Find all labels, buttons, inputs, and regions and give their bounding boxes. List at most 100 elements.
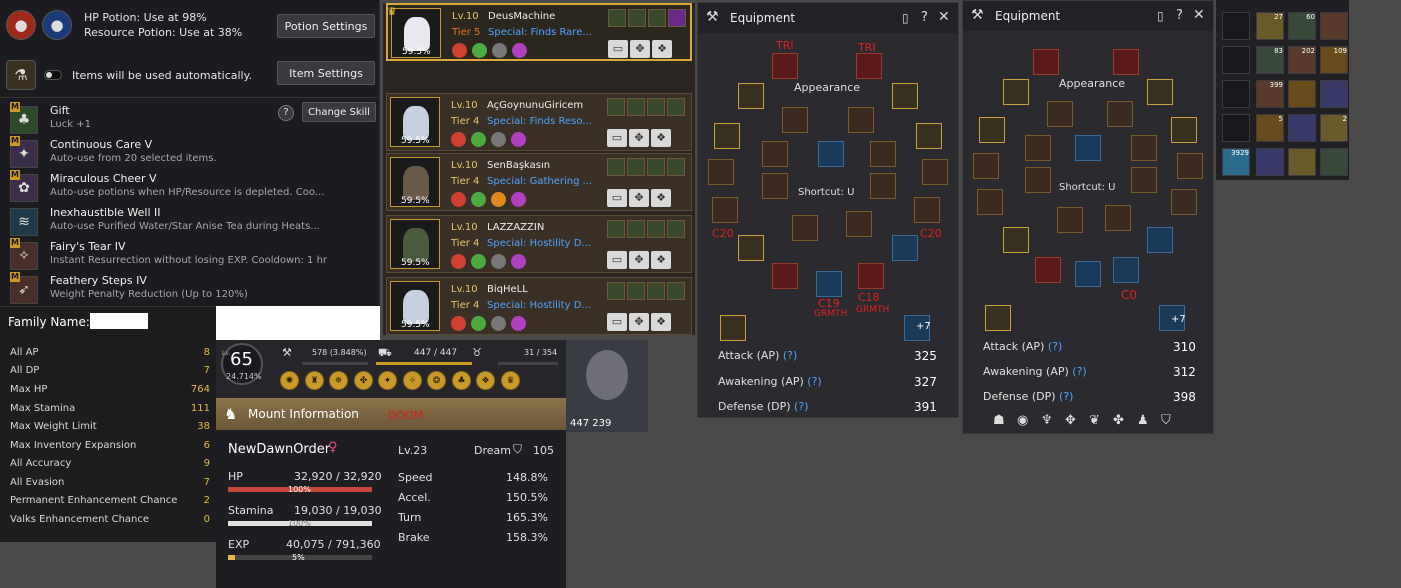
paw-icon[interactable]: ✥ [629,313,649,331]
inventory-slot[interactable]: 83 [1256,46,1284,74]
equipment-slot[interactable] [1047,101,1073,127]
inventory-slot[interactable]: 5 [1256,114,1284,142]
equipment-slot[interactable] [1003,227,1029,253]
equipment-tab-icon[interactable]: ✥ [1065,413,1076,428]
equipment-slot[interactable] [762,141,788,167]
paw-icon[interactable]: ✥ [629,189,649,207]
pet-feed-icon[interactable]: ▭ [608,40,628,58]
inventory-slot[interactable]: 3929 [1222,148,1250,176]
inventory-slot[interactable] [1222,114,1250,142]
close-icon[interactable]: ✕ [938,9,950,25]
inventory-slot[interactable]: 60 [1288,12,1316,40]
equipment-slot[interactable] [1035,257,1061,283]
equipment-slot[interactable] [1171,117,1197,143]
pet-feed-icon[interactable]: ▭ [607,251,627,269]
equipment-slot[interactable] [762,173,788,199]
help-icon[interactable]: ? [1176,8,1183,23]
equipment-tab-icon[interactable]: ✤ [1113,413,1124,428]
potion-settings-button[interactable]: Potion Settings [277,14,375,38]
equipment-slot[interactable] [712,197,738,223]
equipment-slot[interactable] [846,211,872,237]
equipment-slot[interactable] [708,159,734,185]
equipment-tab-icon[interactable]: ♆ [1041,413,1053,428]
equipment-slot[interactable] [1025,135,1051,161]
inventory-slot[interactable]: 109 [1320,46,1348,74]
auto-toggle[interactable] [44,70,62,80]
equipment-slot[interactable] [848,107,874,133]
inventory-slot[interactable] [1320,80,1348,108]
inventory-slot[interactable]: 202 [1288,46,1316,74]
equipment-slot[interactable] [738,235,764,261]
equipment-slot[interactable] [892,83,918,109]
equipment-slot[interactable] [1107,101,1133,127]
inventory-slot[interactable]: 27 [1256,12,1284,40]
inventory-slot[interactable]: 2 [1320,114,1348,142]
equipment-slot[interactable] [1057,207,1083,233]
inventory-slot[interactable] [1288,114,1316,142]
buff-orb-icon[interactable]: ✵ [329,371,348,390]
equipment-slot[interactable] [977,189,1003,215]
document-icon[interactable]: ▯ [1157,9,1164,23]
equipment-slot[interactable] [1075,135,1101,161]
inventory-slot[interactable] [1222,80,1250,108]
document-icon[interactable]: ▯ [902,11,909,25]
equipment-slot[interactable] [914,197,940,223]
equipment-slot[interactable] [1003,79,1029,105]
equipment-slot[interactable] [973,153,999,179]
paw-icon[interactable]: ✥ [630,40,650,58]
close-icon[interactable]: ✕ [1193,7,1205,23]
equipment-slot[interactable] [818,141,844,167]
inventory-slot[interactable] [1222,12,1250,40]
buff-orb-icon[interactable]: ✤ [354,371,373,390]
inventory-slot[interactable] [1288,148,1316,176]
seal-icon[interactable]: ❖ [651,251,671,269]
equipment-slot[interactable] [892,235,918,261]
equipment-slot[interactable] [858,263,884,289]
equipment-slot[interactable] [922,159,948,185]
equipment-slot[interactable] [985,305,1011,331]
equipment-slot[interactable] [1113,257,1139,283]
help-icon[interactable]: ? [921,10,928,25]
pet-feed-icon[interactable]: ▭ [607,313,627,331]
equipment-tab-icon[interactable]: ◉ [1017,413,1028,428]
inventory-slot[interactable] [1256,148,1284,176]
inventory-slot[interactable]: 399 [1256,80,1284,108]
equipment-slot[interactable] [979,117,1005,143]
buff-orb-icon[interactable]: ✦ [378,371,397,390]
buff-orb-icon[interactable]: ♜ [305,371,324,390]
equipment-slot[interactable] [1105,205,1131,231]
equipment-slot[interactable] [1131,135,1157,161]
inventory-slot[interactable] [1320,148,1348,176]
equipment-slot[interactable] [1113,49,1139,75]
equipment-slot[interactable] [792,215,818,241]
equipment-slot[interactable] [772,263,798,289]
pet-card[interactable]: 59.5% Lv.10 LAZZAZZIN Tier 4 Special: Hostil… [386,215,692,273]
buff-orb-icon[interactable]: ♛ [501,371,520,390]
seal-icon[interactable]: ❖ [651,189,671,207]
paw-icon[interactable]: ✥ [629,251,649,269]
equipment-slot[interactable] [916,123,942,149]
equipment-slot[interactable] [1075,261,1101,287]
buff-orb-icon[interactable]: ❂ [427,371,446,390]
seal-icon[interactable]: ❖ [651,129,671,147]
equipment-slot[interactable] [1147,79,1173,105]
pet-feed-icon[interactable]: ▭ [607,129,627,147]
seal-icon[interactable]: ❖ [652,40,672,58]
inventory-slot[interactable] [1222,46,1250,74]
equipment-slot[interactable] [1171,189,1197,215]
equipment-slot[interactable] [856,53,882,79]
pet-feed-icon[interactable]: ▭ [607,189,627,207]
equipment-tab-icon[interactable]: ☗ [993,413,1005,428]
equipment-slot[interactable] [870,141,896,167]
pet-card[interactable]: 59.5% Lv.10 AçGoynunuGiricem Tier 4 Special:… [386,93,692,151]
equipment-slot[interactable] [1033,49,1059,75]
buff-orb-icon[interactable]: ♣ [452,371,471,390]
equipment-slot[interactable] [1177,153,1203,179]
seal-icon[interactable]: ❖ [651,313,671,331]
equipment-slot[interactable] [772,53,798,79]
buff-orb-icon[interactable]: ❖ [476,371,495,390]
equipment-slot[interactable] [782,107,808,133]
inventory-slot[interactable] [1320,12,1348,40]
equipment-slot[interactable] [1025,167,1051,193]
character-avatar[interactable]: 447 239 [566,340,648,432]
